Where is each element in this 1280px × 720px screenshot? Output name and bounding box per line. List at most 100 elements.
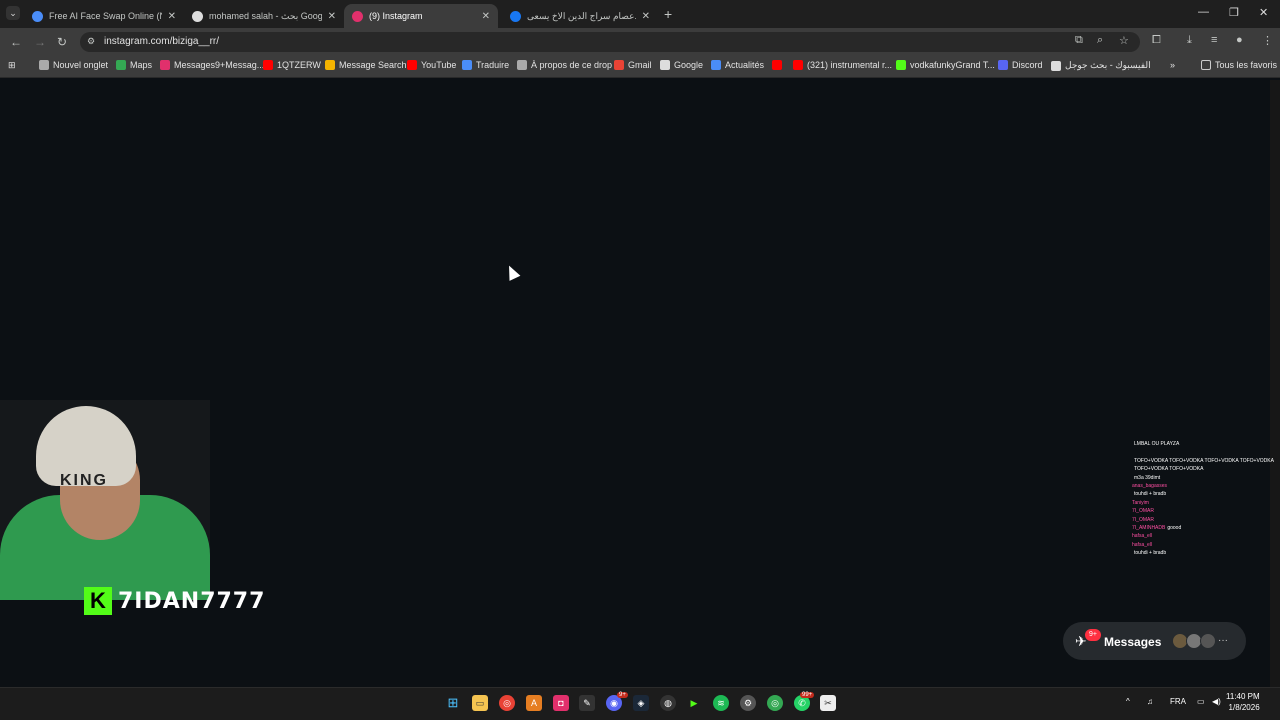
bookmark-item[interactable]: Nouvel onglet <box>39 60 108 70</box>
system-clock[interactable]: 11:40 PM 1/8/2026 <box>1226 691 1260 713</box>
language-indicator[interactable]: FRA <box>1170 697 1186 706</box>
analytics-icon <box>325 60 335 70</box>
bookmark-item[interactable]: À propos de ce drop <box>517 60 612 70</box>
network-icon[interactable]: ▭ <box>1197 697 1205 706</box>
chat-text: m3a 39dimt <box>1134 474 1161 481</box>
tab-label: (9) Instagram <box>369 11 423 21</box>
profile-avatar[interactable]: ● <box>1236 34 1243 46</box>
chat-text: goood <box>1167 525 1182 532</box>
snipping-tool-icon[interactable]: ✂ <box>820 695 836 711</box>
instagram-taskbar-icon[interactable]: ◘ <box>553 695 569 711</box>
chat-message: touhdi + bradb <box>1132 490 1276 498</box>
bookmark-item[interactable]: Actualités <box>711 60 764 70</box>
tab-label: عصام سراج الدين الاخ يسعى... - || <box>527 10 636 21</box>
bookmark-item[interactable]: Maps <box>116 60 152 70</box>
chat-message <box>1132 448 1276 456</box>
kick-taskbar-icon[interactable]: ▶ <box>686 695 702 711</box>
forward-icon[interactable]: → <box>34 35 46 49</box>
instagram-icon <box>160 60 170 70</box>
bookmark-item[interactable]: (321) instrumental r... <box>793 60 892 70</box>
back-icon[interactable]: ← <box>10 35 22 49</box>
bookmark-item[interactable] <box>772 60 786 70</box>
chat-username: 7I_OMAR <box>1132 516 1154 523</box>
discord-icon <box>998 60 1008 70</box>
bookmark-item[interactable]: Google <box>660 60 703 70</box>
chat-text: touhdi + bradb <box>1134 491 1167 498</box>
download-icon[interactable]: ⤓ <box>1187 34 1192 47</box>
bookmark-item[interactable]: Discord <box>998 60 1043 70</box>
bookmarks-overflow-icon[interactable]: » <box>1170 60 1175 70</box>
chat-username: 7I_OMAR <box>1132 508 1154 515</box>
tab-1[interactable]: Free AI Face Swap Online (No S ✕ <box>24 4 184 28</box>
close-tab-icon[interactable]: ✕ <box>482 11 490 22</box>
app-icon[interactable]: ◍ <box>660 695 676 711</box>
ai-site-icon <box>32 10 43 22</box>
settings-icon[interactable]: ⚙ <box>740 695 756 711</box>
messages-badge: 9+ <box>1085 629 1101 641</box>
microphone-icon[interactable]: ♫ <box>1147 697 1153 706</box>
app-icon[interactable]: ✎ <box>579 695 595 711</box>
beanie-text: KING <box>60 472 108 489</box>
bookmark-item[interactable]: 1QTZERW <box>263 60 321 70</box>
close-tab-icon[interactable]: ✕ <box>642 11 650 22</box>
chrome-alt-icon[interactable]: ◎ <box>767 695 783 711</box>
chat-message: hafsa_ell <box>1132 532 1276 540</box>
menu-icon[interactable]: ⋮ <box>1262 34 1273 47</box>
tab-2[interactable]: mohamed salah - بحث Google ✕ <box>184 4 344 28</box>
close-tab-icon[interactable]: ✕ <box>328 11 336 22</box>
install-app-icon[interactable]: ⧉ <box>1075 34 1083 47</box>
folder-icon <box>1201 60 1211 70</box>
steam-icon[interactable]: ◈ <box>633 695 649 711</box>
volume-icon[interactable]: ◀) <box>1212 697 1221 706</box>
close-tab-icon[interactable]: ✕ <box>168 11 176 22</box>
bookmark-item[interactable]: الفيسبوك - بحث جوجل <box>1051 60 1151 71</box>
url-text[interactable]: instagram.com/biziga__rr/ <box>104 36 219 47</box>
chat-message: LMBAL OU PLAYZA <box>1132 440 1276 448</box>
media-control-icon[interactable]: ≡ <box>1211 34 1217 46</box>
tray-overflow-icon[interactable]: ^ <box>1126 697 1130 706</box>
windows-start-icon[interactable]: ⊞ <box>445 695 461 711</box>
chat-message: m3a 39dimt <box>1132 474 1276 482</box>
tab-3[interactable]: (9) Instagram ✕ <box>344 4 498 28</box>
bookmark-item[interactable]: YouTube <box>407 60 456 70</box>
avatar <box>1200 633 1216 649</box>
bookmark-label: Messages9+Messag... <box>174 60 265 70</box>
chat-text: TOFO+VODKA TOFO+VODKA TOFO+VODKA TOFO+VO… <box>1134 457 1274 464</box>
bookmark-item[interactable]: vodkafunkyGrand T... <box>896 60 995 70</box>
extensions-icon[interactable]: ⧠ <box>1152 34 1161 47</box>
minimize-icon[interactable]: — <box>1198 6 1209 18</box>
apps-grid-icon[interactable]: ⊞ <box>8 60 16 71</box>
spotify-icon[interactable]: ≋ <box>713 695 729 711</box>
address-bar[interactable] <box>80 32 1140 52</box>
chat-username: hafsa_ell <box>1132 533 1153 540</box>
kick-logo-icon: K <box>84 587 112 615</box>
chat-text: TOFO+VODKA TOFO+VODKA <box>1134 466 1204 473</box>
bookmark-star-icon[interactable]: ☆ <box>1119 34 1129 47</box>
new-tab-button[interactable]: + <box>664 6 672 22</box>
tab-label: Free AI Face Swap Online (No S <box>49 11 162 21</box>
youtube-icon <box>407 60 417 70</box>
bookmark-item[interactable]: Messages9+Messag... <box>160 60 264 70</box>
chat-username: 7I_AMINHADB <box>1132 525 1166 532</box>
close-window-icon[interactable]: ✕ <box>1259 6 1268 19</box>
chrome-icon[interactable]: ◎ <box>499 695 515 711</box>
chat-username: Taniyim <box>1132 499 1149 506</box>
scrollbar[interactable] <box>1270 80 1280 687</box>
all-bookmarks-button[interactable]: Tous les favoris <box>1201 60 1277 70</box>
restore-icon[interactable]: ❐ <box>1229 6 1239 19</box>
zoom-icon[interactable]: ⌕ <box>1097 34 1103 47</box>
bookmark-label: Message Search <box>339 60 407 70</box>
bookmark-label: vodkafunkyGrand T... <box>910 60 995 70</box>
reload-icon[interactable]: ↻ <box>57 35 67 49</box>
more-icon[interactable]: ··· <box>1218 635 1228 646</box>
clock-time: 11:40 PM <box>1226 692 1260 701</box>
bookmark-item[interactable]: Gmail <box>614 60 652 70</box>
bookmark-item[interactable]: Traduire <box>462 60 509 70</box>
app-icon[interactable]: A <box>526 695 542 711</box>
bookmark-item[interactable]: Message Search <box>325 60 407 70</box>
site-info-icon[interactable]: ⚙ <box>87 36 95 47</box>
tab-search-icon[interactable]: ⌄ <box>6 6 20 20</box>
google-icon <box>192 10 203 22</box>
tab-4[interactable]: عصام سراج الدين الاخ يسعى... - || ✕ <box>502 4 658 28</box>
file-explorer-icon[interactable]: ▭ <box>472 695 488 711</box>
